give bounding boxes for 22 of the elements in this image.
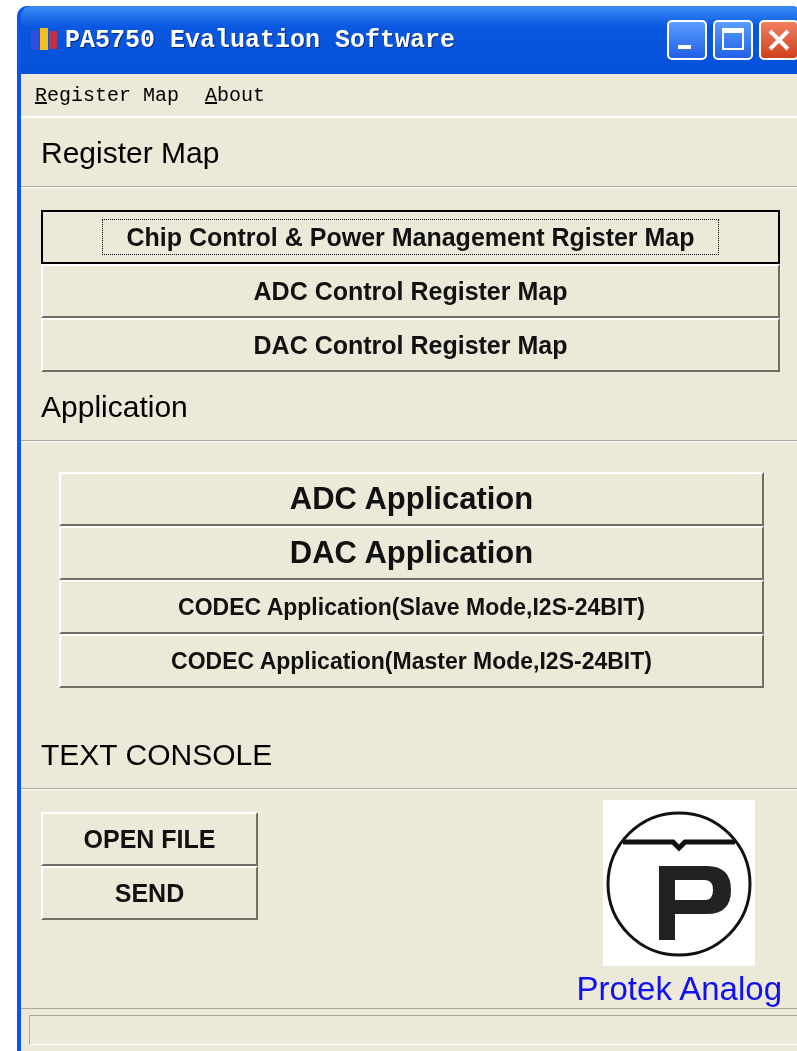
menu-button[interactable]: OPEN FILE — [41, 812, 258, 866]
window-title: PA5750 Evaluation Software — [65, 25, 456, 55]
minimize-button[interactable] — [667, 20, 707, 60]
maximize-button[interactable] — [713, 20, 753, 60]
company-name: Protek Analog — [576, 970, 782, 1008]
section-title: Application — [41, 390, 188, 423]
menu-button[interactable]: CODEC Application(Slave Mode,I2S-24BIT) — [59, 580, 764, 634]
menu-button[interactable]: DAC Application — [59, 526, 764, 580]
logo-icon — [603, 800, 756, 966]
section-title: Register Map — [41, 136, 220, 169]
menu-item[interactable]: About — [205, 82, 266, 108]
menu-button[interactable]: Chip Control & Power Management Rgister Map — [41, 210, 780, 264]
menu-button[interactable]: SEND — [41, 866, 258, 920]
section-title: TEXT CONSOLE — [41, 738, 273, 771]
menu-button[interactable]: DAC Control Register Map — [41, 318, 780, 372]
menu-item[interactable]: Register Map — [35, 82, 180, 108]
app-icon — [31, 28, 57, 52]
minimize-icon — [678, 45, 691, 49]
menu-button[interactable]: CODEC Application(Master Mode,I2S-24BIT) — [59, 634, 764, 688]
close-button[interactable] — [759, 20, 797, 60]
menu-button[interactable]: ADC Application — [59, 472, 764, 526]
menu-button[interactable]: ADC Control Register Map — [41, 264, 780, 318]
